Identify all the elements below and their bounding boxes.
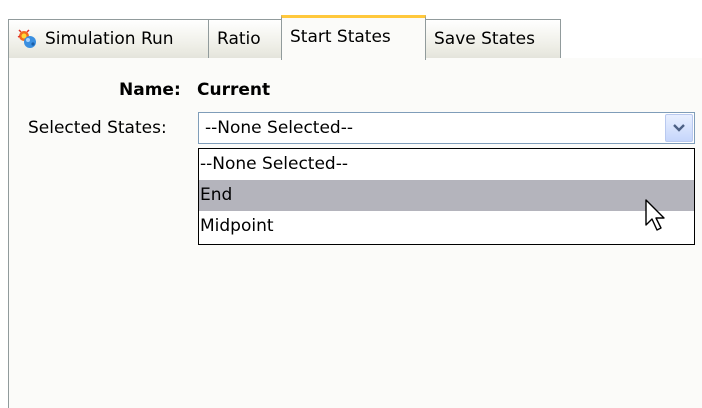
tab-label: Simulation Run <box>45 29 174 49</box>
start-states-panel: Name: Current Selected States: --None Se… <box>8 58 702 408</box>
list-item[interactable]: End <box>199 180 694 211</box>
tab-save-states[interactable]: Save States <box>425 19 561 58</box>
tab-strip: Simulation Run Ratio Start States Save S… <box>8 15 702 60</box>
selected-states-combobox[interactable]: --None Selected-- <box>198 112 695 144</box>
tab-start-states[interactable]: Start States <box>281 15 426 60</box>
tab-ratio[interactable]: Ratio <box>208 19 282 58</box>
name-value: Current <box>197 80 271 100</box>
states-dropdown-list: --None Selected-- End Midpoint <box>198 148 695 245</box>
combo-selected-value: --None Selected-- <box>205 118 353 138</box>
name-label: Name: <box>119 80 181 100</box>
dropdown-button[interactable] <box>665 114 693 142</box>
simulation-run-icon <box>17 28 39 50</box>
tab-simulation-run[interactable]: Simulation Run <box>8 19 209 58</box>
tab-label: Start States <box>290 27 391 47</box>
list-item[interactable]: Midpoint <box>199 211 694 242</box>
tab-label: Ratio <box>217 29 261 49</box>
tab-label: Save States <box>434 29 535 49</box>
selected-states-label: Selected States: <box>28 118 167 138</box>
list-item[interactable]: --None Selected-- <box>199 149 694 180</box>
chevron-down-icon <box>673 124 685 132</box>
start-states-window: Simulation Run Ratio Start States Save S… <box>0 0 702 408</box>
